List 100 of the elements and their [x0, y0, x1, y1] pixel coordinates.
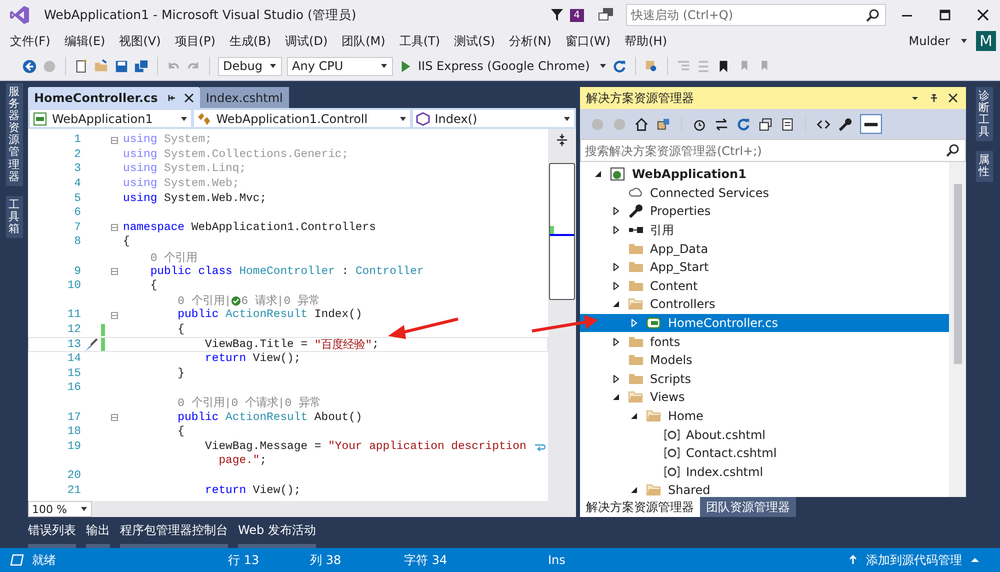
collapsed-arrow-icon[interactable] — [612, 282, 620, 290]
search-field[interactable]: 搜索解决方案资源管理器(Ctrl+;) — [580, 139, 966, 162]
menu-item[interactable]: 窗口(W) — [559, 32, 617, 50]
collapsed-arrow-icon[interactable] — [612, 374, 620, 383]
switch-views-icon[interactable] — [656, 116, 671, 132]
pin-icon[interactable] — [929, 93, 939, 103]
panel-tab[interactable]: 解决方案资源管理器 — [580, 497, 700, 517]
tree-item[interactable]: 引用 — [580, 220, 949, 240]
tree-item[interactable]: Scripts — [580, 370, 949, 388]
tree-item[interactable]: About.cshtml — [580, 425, 949, 444]
expanded-arrow-icon[interactable] — [594, 170, 602, 178]
tree-item[interactable]: Shared — [580, 481, 949, 497]
tree-item[interactable]: App_Start — [580, 258, 949, 277]
refresh-icon[interactable] — [736, 116, 751, 132]
tree-item[interactable]: Content — [580, 276, 949, 296]
menu-item[interactable]: 编辑(E) — [58, 32, 112, 50]
side-tab[interactable]: 服务器资源管理器 — [6, 83, 22, 186]
notification-badge[interactable]: 4 — [570, 8, 584, 22]
menu-item[interactable]: 帮助(H) — [618, 32, 673, 50]
tree-item[interactable]: Properties — [580, 202, 949, 221]
brush-icon[interactable] — [84, 338, 98, 352]
side-tab[interactable]: 工具箱 — [6, 196, 22, 238]
document-tab[interactable]: Index.cshtml — [200, 87, 289, 108]
menu-item[interactable]: 分析(N) — [503, 32, 558, 50]
side-tab[interactable]: 属性 — [976, 151, 992, 182]
close-icon[interactable] — [184, 92, 194, 102]
zoom-dropdown[interactable]: 100 % — [28, 501, 92, 517]
caret-up-icon[interactable] — [970, 555, 980, 565]
configuration-dropdown[interactable]: Debug — [218, 56, 282, 76]
scroll-map[interactable] — [548, 129, 576, 501]
tree-item[interactable]: Views — [580, 388, 949, 407]
search-icon[interactable] — [866, 8, 880, 22]
collapse-toggle[interactable] — [110, 136, 118, 144]
scrollbar-thumb[interactable] — [954, 184, 962, 364]
menu-item[interactable]: 生成(B) — [223, 32, 278, 50]
collapse-toggle[interactable] — [110, 224, 118, 232]
tree-item[interactable]: HomeController.cs — [580, 314, 949, 332]
tree-item[interactable]: Home — [580, 406, 949, 426]
expanded-arrow-icon[interactable] — [612, 393, 620, 402]
platform-dropdown[interactable]: Any CPU — [287, 56, 393, 76]
feedback-icon[interactable] — [598, 7, 614, 23]
collapsed-arrow-icon[interactable] — [612, 263, 620, 272]
tree-item[interactable]: Contact.cshtml — [580, 444, 949, 462]
save-icon[interactable] — [114, 58, 129, 74]
refresh-icon[interactable] — [612, 58, 627, 74]
expanded-arrow-icon[interactable] — [630, 486, 638, 494]
tree-item[interactable]: App_Data — [580, 239, 949, 258]
collapsed-arrow-icon[interactable] — [612, 207, 620, 216]
navigation-dropdown[interactable]: WebApplication1.Controll — [194, 110, 410, 127]
open-folder-icon[interactable] — [94, 58, 109, 74]
tree-item[interactable]: Index.cshtml — [580, 462, 949, 482]
filter-icon[interactable] — [550, 7, 566, 23]
sync-icon[interactable] — [714, 116, 729, 132]
source-control-button[interactable]: 添加到源代码管理 — [866, 552, 962, 568]
menu-item[interactable]: 视图(V) — [113, 32, 167, 50]
navigation-dropdown[interactable]: WebApplication1 — [30, 110, 192, 127]
collapsed-arrow-icon[interactable] — [612, 226, 620, 234]
scrollbar[interactable] — [949, 162, 966, 497]
expanded-arrow-icon[interactable] — [630, 412, 638, 420]
tree-item[interactable]: Models — [580, 350, 949, 370]
document-tab[interactable]: HomeController.cs — [28, 87, 200, 108]
close-icon[interactable] — [977, 9, 989, 21]
expanded-arrow-icon[interactable] — [612, 300, 620, 308]
menu-item[interactable]: 项目(P) — [168, 32, 222, 50]
user-avatar[interactable]: M — [976, 31, 996, 51]
home-icon[interactable] — [634, 116, 649, 132]
search-icon[interactable] — [946, 143, 960, 157]
collapsed-arrow-icon[interactable] — [612, 338, 620, 346]
new-item-icon[interactable] — [74, 58, 89, 74]
pin-icon[interactable] — [166, 92, 176, 102]
collapse-toggle[interactable] — [110, 312, 118, 319]
save-all-icon[interactable] — [134, 58, 149, 74]
tree-item[interactable]: Connected Services — [580, 184, 949, 202]
quick-launch-field[interactable]: 快速启动 (Ctrl+Q) — [626, 4, 886, 26]
collapse-toggle[interactable] — [110, 414, 118, 422]
menu-item[interactable]: 测试(S) — [448, 32, 502, 50]
menu-item[interactable]: 团队(M) — [336, 32, 392, 50]
back-icon[interactable] — [22, 58, 37, 74]
navigation-dropdown[interactable]: Index() — [412, 110, 574, 127]
panel-tab[interactable]: 团队资源管理器 — [700, 497, 796, 517]
up-arrow-icon[interactable] — [848, 555, 858, 565]
user-name[interactable]: Mulder — [908, 34, 950, 48]
collapse-toggle[interactable] — [110, 268, 118, 276]
tree-item[interactable]: fonts — [580, 332, 949, 351]
maximize-icon[interactable] — [939, 9, 951, 21]
tree-item[interactable]: Controllers — [580, 295, 949, 314]
collapse-all-icon[interactable] — [758, 116, 773, 132]
close-icon[interactable] — [948, 93, 958, 103]
tree-item[interactable]: WebApplication1 — [580, 165, 949, 184]
side-tab[interactable]: 诊断工具 — [976, 87, 992, 142]
split-icon[interactable] — [555, 133, 569, 147]
preview-icon[interactable] — [860, 114, 882, 134]
wrench-icon[interactable] — [838, 116, 853, 132]
menu-item[interactable]: 工具(T) — [393, 32, 446, 50]
show-all-files-icon[interactable] — [780, 116, 795, 132]
caret-icon[interactable] — [960, 37, 968, 45]
run-button[interactable]: IIS Express (Google Chrome) — [418, 59, 590, 73]
menu-item[interactable]: 调试(D) — [279, 32, 334, 50]
menu-item[interactable]: 文件(F) — [4, 32, 56, 50]
find-icon[interactable] — [644, 58, 659, 74]
